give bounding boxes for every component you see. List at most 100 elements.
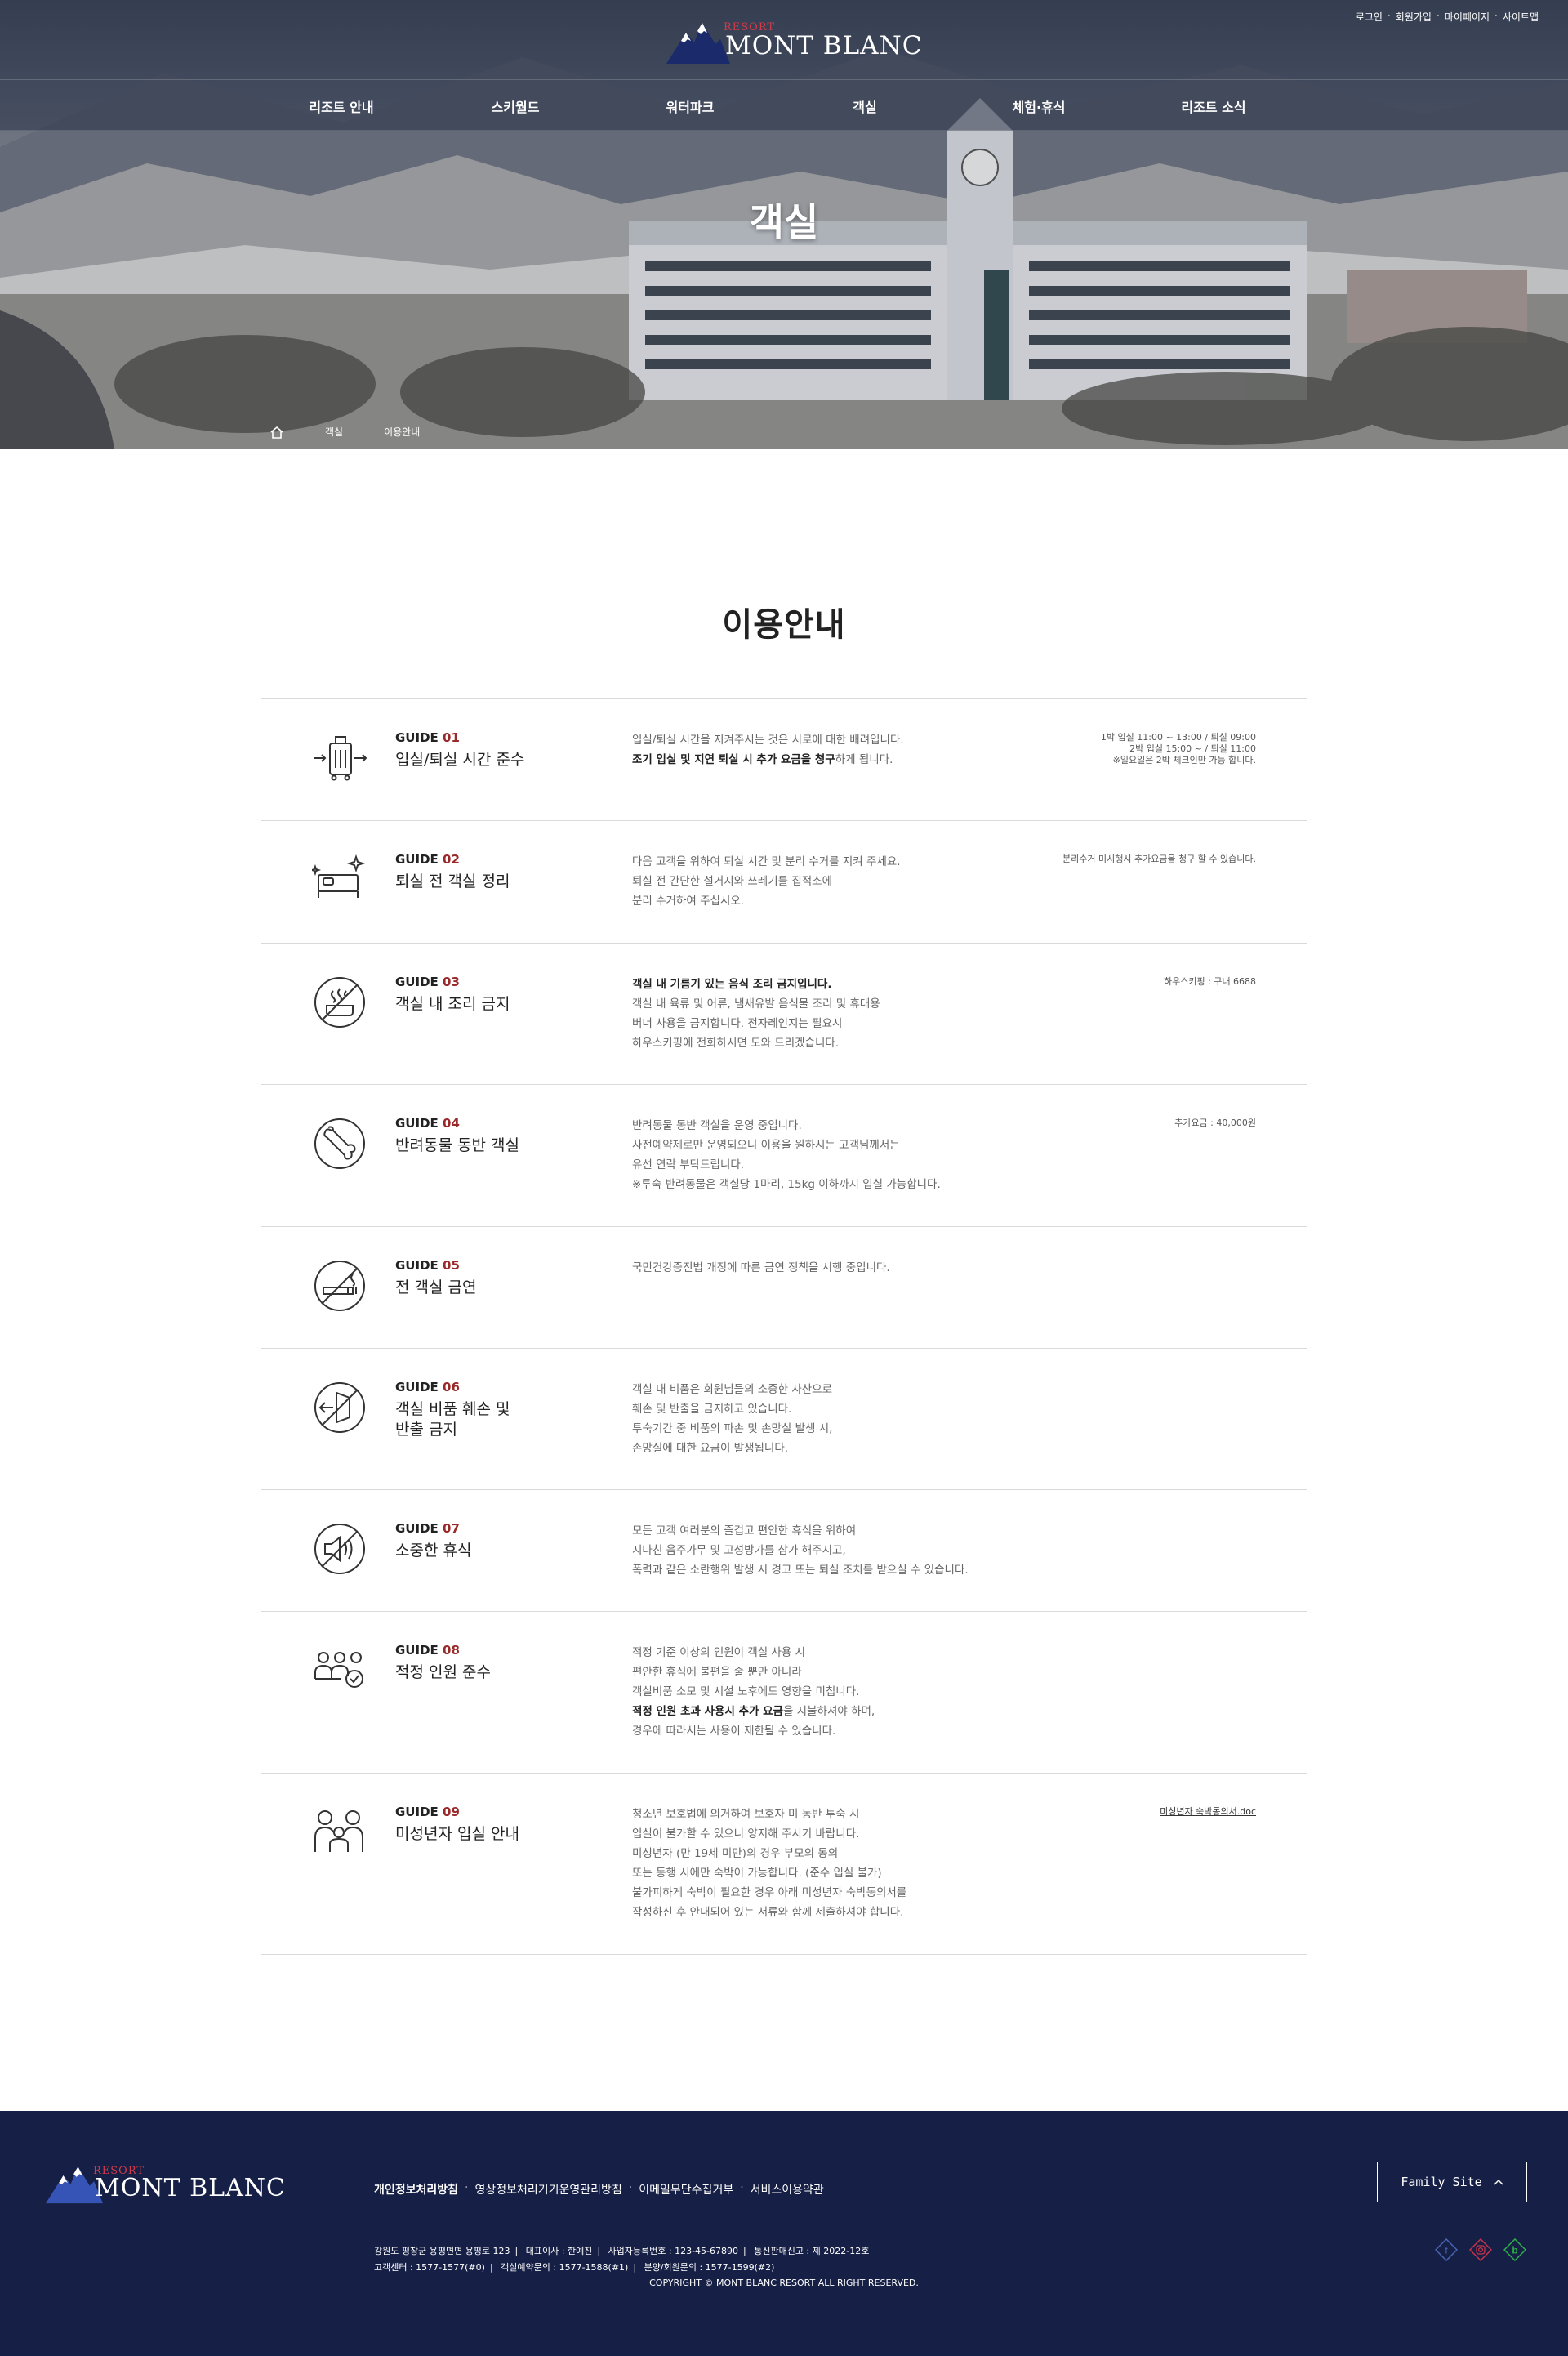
company-ceo: 대표이사 : 한예진 <box>525 2246 593 2256</box>
mypage-link[interactable]: 마이페이지 <box>1445 10 1490 24</box>
guide-item: GUIDE 04 반려동물 동반 객실 반려동물 동반 객실을 운영 중입니다.… <box>261 1085 1307 1227</box>
guide-label: GUIDE 08 <box>395 1643 460 1658</box>
site-logo[interactable]: RESORT MONT BLANC <box>666 18 922 64</box>
util-separator: · <box>1387 10 1391 21</box>
guide-label-text: GUIDE <box>395 1116 439 1131</box>
no-cooking-icon <box>314 977 365 1028</box>
info-separator: | <box>633 2262 637 2273</box>
guide-number: 08 <box>443 1643 460 1658</box>
family-site-label: Family Site <box>1401 2175 1482 2189</box>
guide-number: 06 <box>443 1380 460 1394</box>
desc-line: 하우스키핑에 전화하시면 도와 드리겠습니다. <box>632 1037 840 1050</box>
util-separator: · <box>1494 10 1498 21</box>
guide-description: 입실/퇴실 시간을 지켜주시는 것은 서로에 대한 배려입니다. 조기 입실 및… <box>632 730 1057 770</box>
guide-note: 1박 입실 11:00 ~ 13:00 / 퇴실 09:00 2박 입실 15:… <box>1011 732 1256 766</box>
guide-description: 청소년 보호법에 의거하여 보호자 미 동반 투숙 시 입실이 불가할 수 있으… <box>632 1805 1057 1922</box>
guide-note: 분리수거 미시행시 추가요금을 청구 할 수 있습니다. <box>1011 854 1256 865</box>
svg-text:b: b <box>1512 2245 1517 2256</box>
consent-form-download-link[interactable]: 미성년자 숙박동의서.doc <box>1011 1806 1256 1818</box>
note-line: 하우스키핑 : 구내 6688 <box>1163 976 1256 987</box>
note-line: 1박 입실 11:00 ~ 13:00 / 퇴실 09:00 <box>1100 732 1256 743</box>
company-info-row: 강원도 평창군 용평면면 용평로 123 | 대표이사 : 한예진 | 사업자등록번… <box>374 2243 874 2260</box>
hero-banner: RESORT MONT BLANC 로그인 · 회원가입 · 마이페이지 · 사이트맵… <box>0 0 1568 449</box>
guide-description: 객실 내 비품은 회원님들의 소중한 자산으로 훼손 및 반출을 금지하고 있습… <box>632 1380 1057 1458</box>
no-removal-icon <box>314 1382 365 1433</box>
guide-item: GUIDE 01 입실/퇴실 시간 준수 입실/퇴실 시간을 지켜주시는 것은 … <box>261 699 1307 821</box>
blog-icon[interactable]: b <box>1503 2238 1526 2261</box>
svg-text:f: f <box>1445 2245 1448 2256</box>
guide-item: GUIDE 05 전 객실 금연 국민건강증진법 개정에 따른 금연 정책을 시… <box>261 1227 1307 1349</box>
desc-line: 유선 연락 부탁드립니다. <box>632 1158 745 1171</box>
guide-title: 전 객실 금연 <box>395 1278 477 1296</box>
home-icon[interactable] <box>270 426 284 439</box>
title-line: 객실 비품 훼손 및 <box>395 1400 510 1418</box>
page-title: 이용안내 <box>722 606 846 644</box>
info-separator: | <box>743 2246 746 2256</box>
guide-number: 02 <box>443 852 460 867</box>
nav-item-rooms[interactable]: 객실 <box>853 96 876 116</box>
nav-item-ski-world[interactable]: 스키월드 <box>492 96 540 116</box>
desc-line: 퇴실 전 간단한 설거지와 쓰레기를 집적소에 <box>632 875 833 888</box>
guide-title: 미성년자 입실 안내 <box>395 1825 519 1843</box>
guide-item: GUIDE 09 미성년자 입실 안내 청소년 보호법에 의거하여 보호자 미 … <box>261 1774 1307 1955</box>
utility-links: 로그인 · 회원가입 · 마이페이지 · 사이트맵 <box>1356 10 1539 24</box>
customer-center: 고객센터 : 1577-1577(#0) <box>374 2262 485 2273</box>
nav-item-resort-news[interactable]: 리조트 소식 <box>1181 96 1245 116</box>
guide-number: 04 <box>443 1116 460 1131</box>
terms-link[interactable]: 서비스이용약관 <box>751 2181 824 2198</box>
nav-item-resort-info[interactable]: 리조트 안내 <box>309 96 373 116</box>
instagram-icon[interactable] <box>1469 2238 1492 2261</box>
desc-line: 분리 수거하여 주십시오. <box>632 895 745 908</box>
guide-label: GUIDE 04 <box>395 1116 460 1131</box>
facebook-icon[interactable]: f <box>1435 2238 1458 2261</box>
desc-line: 적정 기준 이상의 인원이 객실 사용 시 <box>632 1646 806 1659</box>
desc-line: 경우에 따라서는 사용이 제한될 수 있습니다. <box>632 1725 836 1738</box>
login-link[interactable]: 로그인 <box>1356 10 1383 24</box>
guide-item: GUIDE 08 적정 인원 준수 적정 기준 이상의 인원이 객실 사용 시 … <box>261 1612 1307 1774</box>
family-site-dropdown[interactable]: Family Site <box>1377 2162 1527 2202</box>
guide-label: GUIDE 01 <box>395 730 460 745</box>
desc-line: 청소년 보호법에 의거하여 보호자 미 동반 투숙 시 <box>632 1808 860 1821</box>
nav-item-water-park[interactable]: 워터파크 <box>666 96 715 116</box>
guide-label: GUIDE 09 <box>395 1805 460 1819</box>
guide-number: 01 <box>443 730 460 745</box>
desc-line: 또는 동행 시에만 숙박이 가능합니다. (준수 입실 불가) <box>632 1867 882 1880</box>
nav-item-experience[interactable]: 체험·휴식 <box>1013 96 1066 116</box>
logo-main-text: MONT BLANC <box>95 2174 286 2202</box>
breadcrumb-item-current: 이용안내 <box>384 426 421 438</box>
desc-line: ※투숙 반려동물은 객실당 1마리, 15kg 이하까지 입실 가능합니다. <box>632 1178 941 1191</box>
guide-note: 하우스키핑 : 구내 6688 <box>1011 976 1256 988</box>
cctv-policy-link[interactable]: 영상정보처리기기운영관리방침 <box>475 2181 622 2198</box>
guide-label-text: GUIDE <box>395 1258 439 1273</box>
guide-label-text: GUIDE <box>395 1805 439 1819</box>
no-noise-icon <box>314 1524 365 1574</box>
sitemap-link[interactable]: 사이트맵 <box>1503 10 1539 24</box>
sns-links: f b <box>1435 2238 1526 2261</box>
guide-item: GUIDE 07 소중한 휴식 모든 고객 여러분의 즐겁고 편안한 휴식을 위… <box>261 1490 1307 1612</box>
desc-line: 미성년자 (만 19세 미만)의 경우 부모의 동의 <box>632 1847 839 1860</box>
signup-link[interactable]: 회원가입 <box>1396 10 1432 24</box>
info-separator: | <box>514 2246 519 2256</box>
guide-list: GUIDE 01 입실/퇴실 시간 준수 입실/퇴실 시간을 지켜주시는 것은 … <box>261 698 1307 1955</box>
breadcrumb-item-rooms[interactable]: 객실 <box>325 425 343 439</box>
guide-title: 적정 인원 준수 <box>395 1663 491 1681</box>
guide-label-text: GUIDE <box>395 1521 439 1536</box>
desc-line: 손망실에 대한 요금이 발생됩니다. <box>632 1442 789 1455</box>
policy-links: 개인정보처리방침 · 영상정보처리기기운영관리방침 · 이메일무단수집거부 · 서비스… <box>374 2181 824 2198</box>
desc-line: 객실 내 육류 및 어류, 냄새유발 음식물 조리 및 휴대용 <box>632 997 880 1011</box>
guide-title: 퇴실 전 객실 정리 <box>395 872 510 890</box>
logo-text: RESORT MONT BLANC <box>724 21 922 60</box>
info-separator: | <box>489 2262 493 2273</box>
title-line: 반출 금지 <box>395 1421 457 1439</box>
desc-strong: 적정 인원 초과 사용시 추가 요금 <box>632 1705 783 1718</box>
email-policy-link[interactable]: 이메일무단수집거부 <box>639 2181 733 2198</box>
desc-line: 작성하신 후 안내되어 있는 서류와 함께 제출하셔야 합니다. <box>632 1906 904 1919</box>
privacy-policy-link[interactable]: 개인정보처리방침 <box>374 2181 458 2198</box>
desc-tail: 하게 됩니다. <box>835 753 893 766</box>
luggage-icon <box>314 736 368 781</box>
desc-line: 국민건강증진법 개정에 따른 금연 정책을 시행 중입니다. <box>632 1261 890 1274</box>
footer-logo[interactable]: RESORT MONT BLANC <box>46 2162 286 2204</box>
main-nav: 리조트 안내 스키월드 워터파크 객실 체험·휴식 리조트 소식 <box>0 96 1568 116</box>
guide-label: GUIDE 06 <box>395 1380 460 1394</box>
desc-line: 입실이 불가할 수 있으니 양지해 주시기 바랍니다. <box>632 1827 860 1841</box>
